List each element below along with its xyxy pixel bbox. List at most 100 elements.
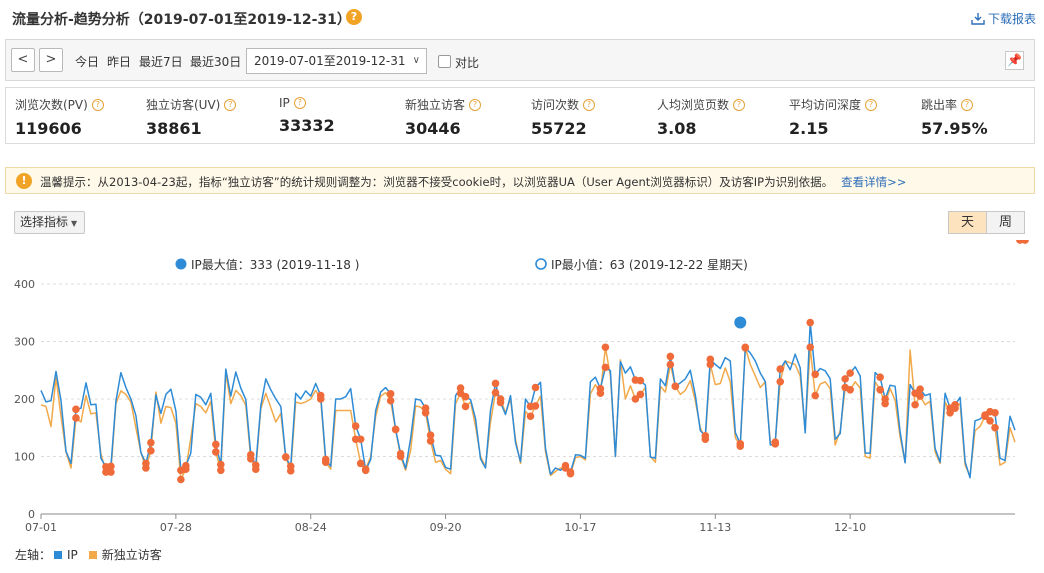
point-marker[interactable] [316,395,325,403]
next-period-button[interactable]: > [39,48,63,72]
point-marker[interactable] [916,385,924,394]
granularity-day-button[interactable]: 天 [948,211,987,234]
point-marker[interactable] [741,343,750,352]
point-marker[interactable] [147,438,155,447]
point-marker[interactable] [396,452,405,461]
point-marker[interactable] [217,466,225,475]
help-icon[interactable]: ? [469,98,482,111]
help-icon[interactable]: ? [224,98,237,111]
point-marker[interactable] [706,360,715,369]
point-marker[interactable] [881,399,889,408]
point-marker[interactable] [776,377,785,386]
help-icon[interactable]: ? [583,98,596,111]
point-marker[interactable] [421,409,430,417]
range-today[interactable]: 今日 [75,53,99,70]
point-marker[interactable] [736,442,745,450]
max-point-marker[interactable] [734,316,747,329]
range-yesterday[interactable]: 昨日 [107,53,131,70]
legend-label-ip[interactable]: IP [67,548,78,562]
point-marker[interactable] [461,402,470,411]
point-marker[interactable] [601,363,610,372]
point-marker[interactable] [916,392,924,400]
range-last-30-days[interactable]: 最近30日 [190,53,241,70]
notice-details-link[interactable]: 查看详情>> [841,175,906,189]
point-marker[interactable] [361,465,370,473]
point-marker[interactable] [841,375,849,383]
legend-min-label[interactable]: IP最小值：63 (2019-12-22 星期天) [551,257,748,272]
point-marker[interactable] [596,389,605,398]
point-marker[interactable] [182,465,190,473]
point-marker[interactable] [1021,240,1029,244]
point-marker[interactable] [351,422,360,430]
point-marker[interactable] [531,383,540,392]
help-icon[interactable]: ? [733,98,746,111]
point-marker[interactable] [911,400,919,409]
legend-label-new-visitors[interactable]: 新独立访客 [102,546,162,563]
metric-visit-depth: 平均访问深度? 2.15 [789,96,878,138]
point-marker[interactable] [461,392,470,401]
prev-period-button[interactable]: < [11,48,35,72]
point-marker[interactable] [386,390,395,398]
point-marker[interactable] [636,390,645,399]
help-icon[interactable]: ? [961,98,974,111]
point-marker[interactable] [806,318,815,327]
point-marker[interactable] [246,455,255,463]
point-marker[interactable] [806,343,815,352]
point-marker[interactable] [531,402,540,410]
point-marker[interactable] [846,386,854,394]
point-marker[interactable] [391,425,400,434]
compare-checkbox[interactable] [438,55,451,68]
point-marker[interactable] [771,438,780,446]
help-icon[interactable]: ? [346,9,362,25]
point-marker[interactable] [356,435,365,444]
point-marker[interactable] [491,388,500,397]
metric-label: 浏览次数(PV) [15,98,88,112]
point-marker[interactable] [251,465,260,473]
point-marker[interactable] [147,446,155,455]
point-marker[interactable] [566,469,575,478]
point-marker[interactable] [491,379,500,388]
point-marker[interactable] [212,440,220,449]
help-icon[interactable]: ? [293,97,306,109]
point-marker[interactable] [776,365,785,373]
point-marker[interactable] [107,468,115,476]
point-marker[interactable] [321,458,330,467]
point-marker[interactable] [212,448,220,456]
point-marker[interactable] [72,414,80,422]
granularity-week-button[interactable]: 周 [986,211,1025,234]
point-marker[interactable] [811,370,820,379]
point-marker[interactable] [991,409,999,417]
point-marker[interactable] [356,459,365,468]
point-marker[interactable] [876,386,884,394]
point-marker[interactable] [991,423,999,432]
point-marker[interactable] [496,395,505,403]
point-marker[interactable] [281,453,290,461]
point-marker[interactable] [951,404,959,412]
point-marker[interactable] [666,360,675,369]
download-report-link[interactable]: 下载报表 [971,10,1036,27]
point-marker[interactable] [846,369,854,377]
pin-icon[interactable]: 📌 [1005,51,1024,70]
point-marker[interactable] [601,343,610,352]
point-marker[interactable] [671,382,680,391]
help-icon[interactable]: ? [91,98,104,111]
point-marker[interactable] [286,467,295,475]
point-marker[interactable] [426,437,435,445]
point-marker[interactable] [72,405,80,414]
point-marker[interactable] [177,475,185,484]
point-marker[interactable] [386,396,395,405]
help-icon[interactable]: ? [865,98,878,111]
date-range-picker[interactable]: 2019-07-01至2019-12-31 ∨ [246,48,427,74]
range-last-7-days[interactable]: 最近7日 [139,53,183,70]
point-marker[interactable] [636,376,645,385]
metric-select-dropdown[interactable]: 选择指标 ▼ [14,211,85,234]
point-marker[interactable] [142,464,150,472]
point-marker[interactable] [811,391,820,400]
point-marker[interactable] [526,412,535,421]
point-marker[interactable] [986,417,994,425]
metric-value: 119606 [15,119,82,138]
point-marker[interactable] [701,435,710,444]
point-marker[interactable] [666,352,675,361]
legend-max-label[interactable]: IP最大值：333 (2019-11-18 ) [191,257,359,272]
point-marker[interactable] [876,373,884,381]
